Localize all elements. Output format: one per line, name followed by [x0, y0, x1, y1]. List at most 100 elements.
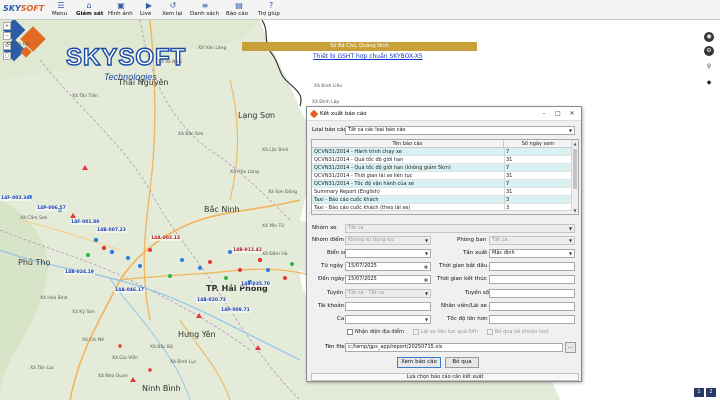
table-row[interactable]: QCVN31/2014 - Tốc độ vận hành của xe 7 [312, 180, 572, 188]
toolbar-replay-button[interactable]: ↺ Xem lại [162, 2, 184, 19]
toolbar-live-button[interactable]: ▶ Live [140, 2, 158, 19]
start-time-label: Thời gian bắt đầu [439, 263, 488, 269]
table-hscrollbar[interactable] [312, 210, 572, 214]
frequency-select[interactable]: Mặc định ▼ [489, 249, 575, 258]
vehicle-tag[interactable]: 14B-007.23 [96, 228, 127, 233]
plate-select[interactable]: ▼ [345, 249, 431, 258]
menu-icon: ☰ [57, 1, 65, 10]
vehicle-tag[interactable]: 14B-035.70 [240, 282, 271, 287]
to-date-input[interactable]: 15/07/2025 ▦ [345, 275, 431, 284]
place-label: Xã Nho Quan [98, 374, 128, 379]
vehicle-tag[interactable]: 14B-020.73 [196, 298, 227, 303]
browse-button[interactable]: ... [565, 342, 576, 353]
continuous-driving-checkbox[interactable] [413, 329, 419, 335]
dialog-titlebar[interactable]: Kết xuất báo cáo – □ ✕ [307, 107, 581, 121]
max-speed-input[interactable] [489, 315, 575, 324]
vehicle-tag[interactable]: 14A-046.17 [114, 288, 145, 293]
table-row[interactable]: QCVN31/2014 - Hành trình chạy xe 7 [312, 148, 572, 156]
place-label: Thái Nguyên [118, 78, 169, 87]
place-label: Xã Đầm Hà [262, 252, 288, 257]
minimize-button[interactable]: – [537, 109, 551, 119]
report-type-select[interactable]: Tất cả các loại báo cáo ▼ [345, 126, 575, 135]
toolbar-report-button[interactable]: ▤ Báo cáo [226, 2, 252, 19]
account-input[interactable] [345, 302, 431, 311]
vehicle-tag[interactable]: 14P-006.57 [36, 206, 67, 211]
place-label: Xã Hữu Lũng [230, 170, 259, 175]
notice-link[interactable]: Thiết bị GSHT hợp chuẩn SKYBOX-X5 [313, 53, 423, 60]
vehicle-tag[interactable]: 14F-003.34 [0, 196, 31, 201]
column-header-days[interactable]: Số ngày xem [504, 140, 572, 148]
start-time-input[interactable] [489, 262, 575, 271]
chevron-down-icon: ▼ [568, 128, 573, 133]
map-corner-button[interactable]: 1 [694, 388, 704, 397]
route-no-input[interactable] [489, 289, 575, 298]
to-date-label: Đến ngày [318, 276, 345, 282]
place-label: Xã Yên Tử [262, 224, 285, 229]
shift-select[interactable]: ▼ [345, 315, 431, 324]
table-row[interactable]: QCVN31/2014 - Thời gian lái xe liên tục 3… [312, 172, 572, 180]
close-button[interactable]: ✕ [565, 109, 579, 119]
map-corner-button[interactable]: 2 [706, 388, 716, 397]
toolbar-images-button[interactable]: ▣ Hình ảnh [108, 2, 134, 19]
location-name-label: Nhận diện địa điểm [355, 329, 404, 335]
calendar-icon[interactable]: ▦ [422, 263, 430, 270]
route-select[interactable]: Tất cả - Tất cả ▼ [345, 289, 431, 298]
image-icon: ▣ [117, 1, 125, 10]
from-date-input[interactable]: 15/07/2025 ▦ [345, 262, 431, 271]
location-name-checkbox[interactable] [347, 329, 353, 335]
skip-test-accounts-checkbox[interactable] [487, 329, 493, 335]
status-banner: Sở Bá Chũ, Quảng Ninh [242, 42, 477, 51]
place-label: Xã Kỳ Sơn [72, 310, 95, 315]
vehicle-tag[interactable]: 14A-002.13 [150, 236, 181, 241]
location-group-select[interactable]: Không sử dụng lọc ▼ [345, 236, 431, 245]
settings-icon[interactable]: ⚙ [704, 46, 714, 56]
place-label: Xã Văn Lãng [198, 46, 227, 51]
table-row[interactable]: Taxi - Báo cáo cuốc khách 3 [312, 196, 572, 204]
place-label: Xã Chi Nê [82, 338, 105, 343]
table-row[interactable]: QCVN31/2014 - Quá tốc độ giới hạn 31 [312, 156, 572, 164]
eraser-icon[interactable]: ◆ [704, 78, 714, 88]
table-row[interactable]: Summary Report (English) 31 [312, 188, 572, 196]
calendar-icon[interactable]: ▦ [422, 276, 430, 283]
department-select[interactable]: Tất cả ▼ [489, 236, 575, 245]
end-time-input[interactable] [489, 275, 575, 284]
place-label: Xã Bắc Sơn [178, 132, 204, 137]
scroll-up-icon[interactable]: ▲ [572, 140, 578, 147]
location-pin-icon[interactable]: ⚲ [704, 62, 714, 72]
vehicle-tag[interactable]: 14B-024.19 [64, 270, 95, 275]
place-label: Lạng Sơn [238, 111, 276, 120]
view-report-button[interactable]: Xem báo cáo [397, 357, 441, 368]
scroll-down-icon[interactable]: ▼ [572, 207, 578, 214]
fullscreen-button[interactable]: ▢ [3, 52, 11, 60]
vehicle-group-select[interactable]: Tất cả ▼ [345, 224, 575, 233]
place-label: Xã Tân Lạc [6, 42, 31, 47]
toolbar-list-button[interactable]: ≡ Danh sách [190, 2, 220, 19]
frequency-label: Tần xuất [463, 250, 488, 256]
staff-input[interactable] [489, 302, 575, 311]
skip-button[interactable]: Bỏ qua [445, 357, 479, 368]
column-header-name[interactable]: Tên báo cáo [312, 140, 504, 148]
home-icon: ⌂ [86, 1, 92, 10]
place-label: Xã Bình Lục [170, 360, 197, 365]
department-label: Phòng ban [457, 237, 487, 243]
place-label: Xã Đình Lập [312, 100, 340, 105]
layers-icon[interactable]: ◉ [704, 32, 714, 42]
vehicle-tag[interactable]: 14B-012.42 [232, 248, 263, 253]
scroll-thumb[interactable] [573, 149, 577, 189]
shift-label: Ca [337, 316, 345, 322]
toolbar-monitor-button[interactable]: ⌂ Giám sát [76, 1, 103, 19]
toolbar-help-button[interactable]: ? Trợ giúp [258, 2, 284, 19]
table-scrollbar[interactable]: ▲ ▼ [571, 140, 578, 214]
chevron-down-icon: ▼ [424, 317, 429, 322]
zoom-out-button[interactable]: − [3, 32, 11, 40]
zoom-in-button[interactable]: + [3, 22, 11, 30]
file-name-input[interactable]: c:/temp/gps_app/report/20250715.xls [345, 343, 563, 352]
vehicle-tag[interactable]: 14P-009.71 [220, 308, 251, 313]
toolbar-menu-button[interactable]: ☰ Menu [52, 2, 70, 19]
place-label: Xã Tân Tiến [72, 94, 99, 99]
table-row[interactable]: QCVN31/2014 - Quá tốc độ giới hạn (không… [312, 164, 572, 172]
maximize-button[interactable]: □ [551, 109, 565, 119]
vehicle-tag[interactable]: 14F-001.80 [70, 220, 101, 225]
chevron-down-icon: ▼ [424, 238, 429, 243]
vehicle-group-label: Nhóm xe [312, 225, 337, 231]
